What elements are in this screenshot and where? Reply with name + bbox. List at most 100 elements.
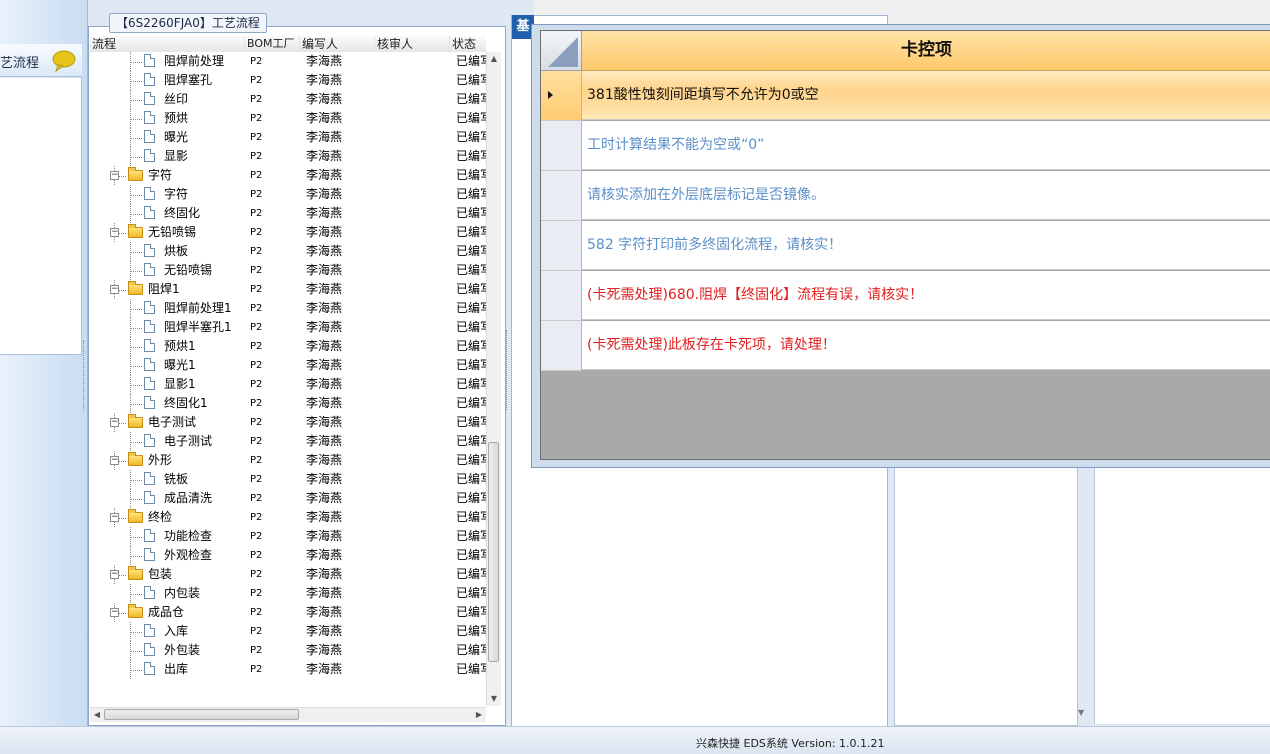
tree-row[interactable]: − 终检 P2 李海燕 已编写 — [90, 508, 486, 527]
collapse-icon[interactable]: − — [110, 570, 119, 579]
tree-row[interactable]: 字符 P2 李海燕 已编写 — [90, 185, 486, 204]
document-icon — [144, 130, 155, 143]
tree-row[interactable]: 显影1 P2 李海燕 已编写 — [90, 375, 486, 394]
tree-row[interactable]: 预烘 P2 李海燕 已编写 — [90, 109, 486, 128]
control-item-text[interactable]: 381酸性蚀刻间距填写不允许为0或空 — [582, 71, 1270, 120]
collapse-icon[interactable]: − — [110, 228, 119, 237]
collapse-icon[interactable]: − — [110, 285, 119, 294]
bom-value: P2 — [250, 664, 263, 675]
control-items-header[interactable]: 卡控项 — [582, 31, 1270, 71]
column-header-status[interactable]: 状态 — [450, 36, 486, 52]
scroll-up-icon[interactable]: ▲ — [487, 52, 501, 66]
control-item-row[interactable]: 工时计算结果不能为空或“0” — [541, 121, 1270, 171]
writer-value: 李海燕 — [306, 377, 343, 391]
nav-item-process[interactable]: 艺流程 — [0, 44, 82, 77]
collapse-icon[interactable]: − — [110, 456, 119, 465]
control-item-row[interactable]: (卡死需处理)680.阻焊【终固化】流程有误，请核实！ — [541, 271, 1270, 321]
tree-row[interactable]: − 电子测试 P2 李海燕 已编写 — [90, 413, 486, 432]
vertical-scroll-thumb[interactable] — [488, 442, 499, 662]
column-header-writer[interactable]: 编写人 — [300, 36, 375, 52]
status-value: 已编写 — [456, 187, 486, 201]
control-item-text[interactable]: (卡死需处理)680.阻焊【终固化】流程有误，请核实！ — [582, 271, 1270, 320]
tree-row[interactable]: − 阻焊1 P2 李海燕 已编写 — [90, 280, 486, 299]
row-header[interactable] — [541, 171, 582, 221]
status-value: 已编写 — [456, 358, 486, 372]
bom-value: P2 — [250, 341, 263, 352]
collapse-icon[interactable]: − — [110, 513, 119, 522]
tree-row[interactable]: 显影 P2 李海燕 已编写 — [90, 147, 486, 166]
tree-node-label: 显影1 — [164, 377, 196, 391]
writer-value: 李海燕 — [306, 415, 343, 429]
control-item-row[interactable]: 请核实添加在外层底层标记是否镜像。 — [541, 171, 1270, 221]
tree-row[interactable]: 无铅喷锡 P2 李海燕 已编写 — [90, 261, 486, 280]
column-header-flow[interactable]: 流程 — [90, 36, 245, 52]
tree-node-label: 阻焊前处理 — [164, 54, 225, 68]
document-icon — [144, 377, 155, 390]
row-header[interactable] — [541, 221, 582, 271]
control-item-row[interactable]: 582 字符打印前多终固化流程，请核实！ — [541, 221, 1270, 271]
column-header-reviewer[interactable]: 核审人 — [375, 36, 450, 52]
tree-row[interactable]: 出库 P2 李海燕 已编写 — [90, 660, 486, 679]
control-item-text[interactable]: 工时计算结果不能为空或“0” — [582, 121, 1270, 170]
middle-splitter[interactable] — [506, 330, 510, 410]
bom-value: P2 — [250, 322, 263, 333]
horizontal-scroll-thumb[interactable] — [104, 709, 299, 720]
tree-row[interactable]: 曝光 P2 李海燕 已编写 — [90, 128, 486, 147]
collapse-icon[interactable]: − — [110, 418, 119, 427]
tree-row[interactable]: 电子测试 P2 李海燕 已编写 — [90, 432, 486, 451]
tree-row[interactable]: 外观检查 P2 李海燕 已编写 — [90, 546, 486, 565]
row-header[interactable] — [541, 271, 582, 321]
tree-row[interactable]: 功能检查 P2 李海燕 已编写 — [90, 527, 486, 546]
control-item-row[interactable]: 381酸性蚀刻间距填写不允许为0或空 — [541, 71, 1270, 121]
control-item-text[interactable]: 582 字符打印前多终固化流程，请核实！ — [582, 221, 1270, 270]
bom-value: P2 — [250, 132, 263, 143]
control-item-row[interactable]: (卡死需处理)此板存在卡死项，请处理！ — [541, 321, 1270, 371]
tree-row[interactable]: 成品清洗 P2 李海燕 已编写 — [90, 489, 486, 508]
folder-icon — [128, 566, 143, 580]
vertical-scrollbar[interactable]: ▲ ▼ — [486, 52, 501, 706]
tree-row[interactable]: 阻焊半塞孔1 P2 李海燕 已编写 — [90, 318, 486, 337]
tree-row[interactable]: 阻焊塞孔 P2 李海燕 已编写 — [90, 71, 486, 90]
document-icon — [144, 320, 155, 333]
horizontal-scrollbar[interactable]: ◀ ▶ — [90, 707, 486, 722]
tree-row[interactable]: 丝印 P2 李海燕 已编写 — [90, 90, 486, 109]
tree-row[interactable]: 入库 P2 李海燕 已编写 — [90, 622, 486, 641]
tree-row[interactable]: − 包装 P2 李海燕 已编写 — [90, 565, 486, 584]
control-item-text[interactable]: (卡死需处理)此板存在卡死项，请处理！ — [582, 321, 1270, 370]
tree-row[interactable]: − 字符 P2 李海燕 已编写 — [90, 166, 486, 185]
scroll-down-icon[interactable]: ▼ — [487, 692, 501, 706]
row-header[interactable] — [541, 71, 582, 121]
tree-row[interactable]: 内包装 P2 李海燕 已编写 — [90, 584, 486, 603]
scroll-left-icon[interactable]: ◀ — [90, 708, 104, 722]
collapse-icon[interactable]: − — [110, 608, 119, 617]
status-value: 已编写 — [456, 263, 486, 277]
tree-row[interactable]: 终固化1 P2 李海燕 已编写 — [90, 394, 486, 413]
row-header[interactable] — [541, 321, 582, 371]
tree-row[interactable]: − 成品仓 P2 李海燕 已编写 — [90, 603, 486, 622]
tree-row[interactable]: 预烘1 P2 李海燕 已编写 — [90, 337, 486, 356]
writer-value: 李海燕 — [306, 643, 343, 657]
scroll-right-icon[interactable]: ▶ — [472, 708, 486, 722]
tree-row[interactable]: 终固化 P2 李海燕 已编写 — [90, 204, 486, 223]
grid-select-all-corner[interactable] — [541, 31, 582, 71]
document-icon — [144, 643, 155, 656]
control-item-text[interactable]: 请核实添加在外层底层标记是否镜像。 — [582, 171, 1270, 220]
tree-row[interactable]: − 外形 P2 李海燕 已编写 — [90, 451, 486, 470]
column-header-bom[interactable]: BOM工厂 — [245, 36, 300, 52]
tree-row[interactable]: 铣板 P2 李海燕 已编写 — [90, 470, 486, 489]
collapse-icon[interactable]: − — [110, 171, 119, 180]
tree-node-label: 无铅喷锡 — [164, 263, 213, 277]
tree-node-label: 曝光 — [164, 130, 189, 144]
tree-node-label: 电子测试 — [148, 415, 197, 429]
tree-node-label: 终固化1 — [164, 396, 208, 410]
tree-line — [130, 651, 142, 652]
tree-row[interactable]: 曝光1 P2 李海燕 已编写 — [90, 356, 486, 375]
process-flow-title: 【6S2260FJA0】工艺流程 — [109, 13, 267, 33]
tree-row[interactable]: 阻焊前处理1 P2 李海燕 已编写 — [90, 299, 486, 318]
tree-row[interactable]: 烘板 P2 李海燕 已编写 — [90, 242, 486, 261]
tree-row[interactable]: − 无铅喷锡 P2 李海燕 已编写 — [90, 223, 486, 242]
tree-row[interactable]: 阻焊前处理 P2 李海燕 已编写 — [90, 52, 486, 71]
row-header[interactable] — [541, 121, 582, 171]
tree-row[interactable]: 外包装 P2 李海燕 已编写 — [90, 641, 486, 660]
scroll-down-icon[interactable]: ▼ — [1078, 708, 1084, 717]
